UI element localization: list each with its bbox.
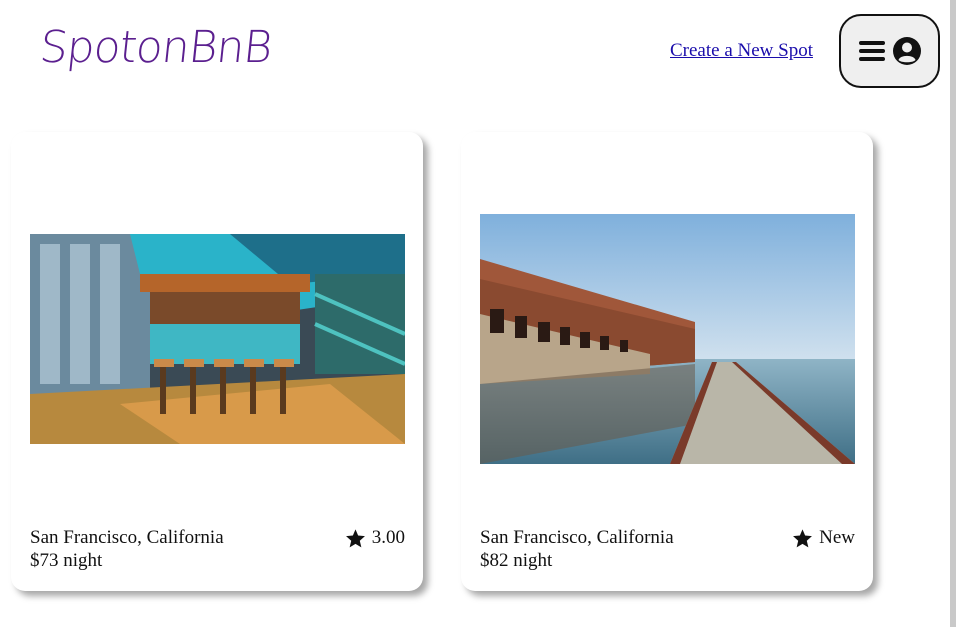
spot-image[interactable] xyxy=(480,214,855,464)
rating-value: New xyxy=(819,527,855,548)
hamburger-icon xyxy=(858,41,885,61)
spot-image[interactable] xyxy=(30,234,405,444)
spot-rating: New xyxy=(792,527,855,549)
spot-card[interactable]: San Francisco, California $73 night 3.00 xyxy=(11,132,423,591)
spot-price: $73 night xyxy=(30,550,103,571)
spot-card[interactable]: San Francisco, California $82 night New xyxy=(461,132,873,591)
user-circle-icon xyxy=(892,37,921,65)
star-icon xyxy=(793,528,813,547)
spot-rating: 3.00 xyxy=(345,527,405,549)
star-icon xyxy=(345,528,365,547)
spot-location: San Francisco, California xyxy=(480,527,674,548)
vertical-scrollbar[interactable] xyxy=(950,0,956,627)
spot-location: San Francisco, California xyxy=(30,527,224,548)
rating-value: 3.00 xyxy=(371,527,405,548)
spot-price: $82 night xyxy=(480,550,553,571)
profile-menu-button[interactable] xyxy=(839,14,940,88)
site-logo[interactable]: SpotonBnB xyxy=(37,22,274,73)
create-new-spot-link[interactable]: Create a New Spot xyxy=(670,40,813,62)
